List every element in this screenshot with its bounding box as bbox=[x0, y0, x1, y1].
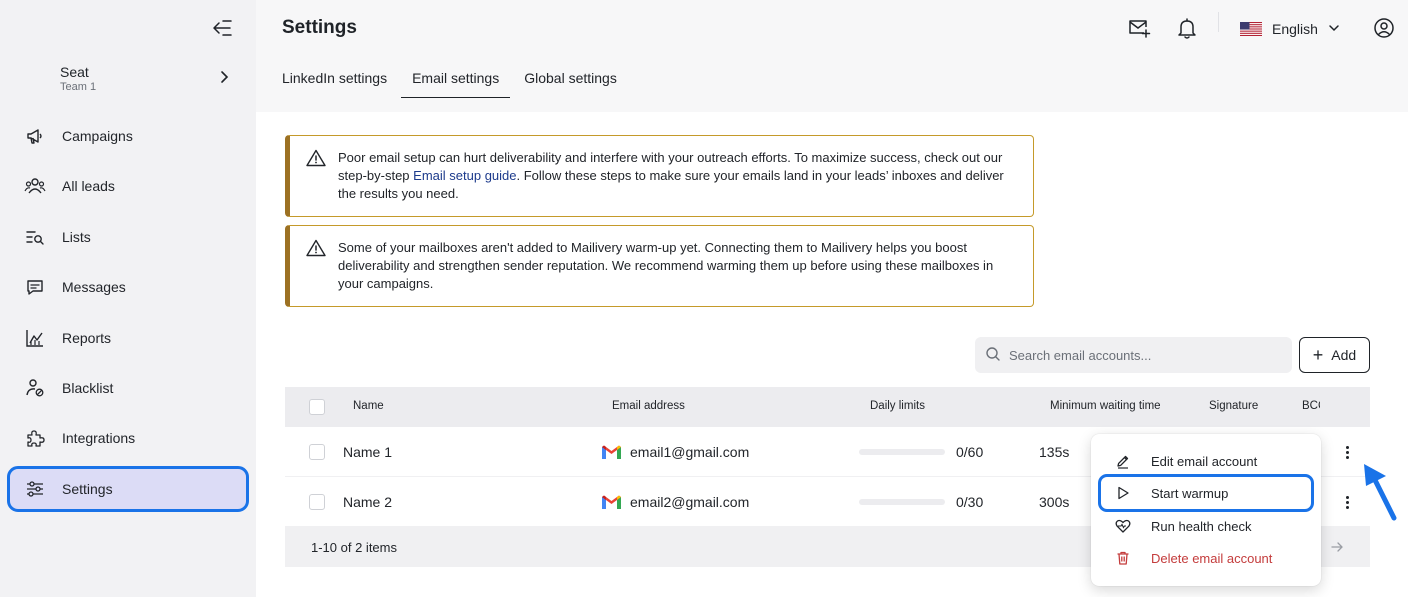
email-setup-guide-link[interactable]: Email setup guide bbox=[413, 168, 516, 183]
column-header-daily-limits: Daily limits bbox=[870, 400, 925, 412]
row-checkbox[interactable] bbox=[309, 494, 325, 510]
menu-item-label: Start warmup bbox=[1151, 485, 1229, 501]
tab-global-settings[interactable]: Global settings bbox=[524, 62, 617, 98]
page-title: Settings bbox=[282, 17, 357, 38]
sidebar-item-campaigns[interactable]: Campaigns bbox=[10, 116, 246, 156]
select-all-checkbox[interactable] bbox=[309, 399, 325, 415]
plus-icon: + bbox=[1312, 345, 1324, 365]
add-button-label: Add bbox=[1331, 347, 1357, 363]
next-page-arrow-icon[interactable] bbox=[1329, 539, 1345, 555]
mail-plus-icon[interactable] bbox=[1127, 16, 1151, 40]
run-health-check-item[interactable]: Run health check bbox=[1101, 510, 1311, 542]
daily-limit-bar bbox=[859, 499, 945, 505]
start-warmup-item[interactable]: Start warmup bbox=[1098, 474, 1314, 512]
sidebar-item-label: Settings bbox=[62, 480, 113, 497]
edit-email-account-item[interactable]: Edit email account bbox=[1101, 445, 1311, 477]
seat-name: Seat bbox=[60, 64, 89, 80]
play-icon bbox=[1115, 485, 1131, 501]
language-selector[interactable]: English bbox=[1240, 18, 1340, 40]
search-input[interactable] bbox=[1009, 347, 1279, 363]
users-icon bbox=[24, 175, 46, 197]
sidebar-item-label: Messages bbox=[62, 279, 126, 296]
sidebar-item-integrations[interactable]: Integrations bbox=[10, 418, 246, 458]
row-daily-limit: 0/60 bbox=[956, 444, 984, 460]
row-daily-limit: 0/30 bbox=[956, 494, 984, 510]
sidebar: Seat Team 1 Campaigns All leads Lists Me… bbox=[0, 0, 256, 597]
sidebar-item-label: Reports bbox=[62, 329, 112, 346]
add-email-account-button[interactable]: + Add bbox=[1299, 337, 1370, 373]
column-header-name: Name bbox=[353, 400, 384, 412]
pencil-icon bbox=[1115, 453, 1131, 469]
pagination-summary: 1-10 of 2 items bbox=[311, 540, 397, 555]
header-divider bbox=[1218, 12, 1219, 32]
chevron-down-icon bbox=[1328, 21, 1340, 37]
sidebar-item-label: Lists bbox=[62, 228, 91, 245]
row-min-wait: 135s bbox=[1039, 444, 1070, 460]
user-circle-icon[interactable] bbox=[1372, 16, 1396, 40]
sidebar-item-lists[interactable]: Lists bbox=[10, 217, 246, 257]
daily-limit-bar bbox=[859, 449, 945, 455]
email-setup-alert: Poor email setup can hurt deliverability… bbox=[285, 135, 1034, 217]
bell-icon[interactable] bbox=[1175, 16, 1199, 40]
alert-text: Some of your mailboxes aren't added to M… bbox=[338, 240, 994, 291]
row-checkbox[interactable] bbox=[309, 444, 325, 460]
settings-tabs: LinkedIn settings Email settings Global … bbox=[282, 62, 642, 98]
seat-team: Team 1 bbox=[60, 81, 97, 93]
column-header-min-waiting: Minimum waiting time bbox=[1050, 400, 1161, 412]
tab-linkedin-settings[interactable]: LinkedIn settings bbox=[282, 62, 387, 98]
row-email: email1@gmail.com bbox=[630, 444, 750, 460]
row-actions-menu: Edit email account Start warmup Run heal… bbox=[1091, 434, 1321, 586]
sidebar-item-messages[interactable]: Messages bbox=[10, 267, 246, 307]
sidebar-item-all-leads[interactable]: All leads bbox=[10, 166, 246, 206]
collapse-sidebar-icon[interactable] bbox=[210, 18, 234, 38]
heart-pulse-icon bbox=[1115, 518, 1131, 534]
table-header: Name Email address Daily limits Minimum … bbox=[285, 387, 1370, 427]
sidebar-item-label: Campaigns bbox=[62, 128, 133, 144]
sidebar-item-settings[interactable]: Settings bbox=[7, 465, 249, 512]
sidebar-item-reports[interactable]: Reports bbox=[10, 318, 246, 358]
column-header-bcc: BCC bbox=[1302, 400, 1320, 412]
chevron-right-icon bbox=[218, 70, 230, 84]
warmup-alert: Some of your mailboxes aren't added to M… bbox=[285, 225, 1034, 307]
delete-email-account-item[interactable]: Delete email account bbox=[1101, 542, 1311, 574]
message-icon bbox=[24, 276, 46, 298]
sliders-icon bbox=[24, 478, 46, 500]
search-box bbox=[975, 337, 1292, 373]
column-header-email: Email address bbox=[612, 400, 685, 412]
sidebar-item-label: Blacklist bbox=[62, 379, 114, 396]
warning-icon bbox=[306, 239, 326, 257]
chart-icon bbox=[24, 327, 46, 349]
puzzle-icon bbox=[24, 427, 46, 449]
search-icon bbox=[985, 346, 1001, 365]
pointer-arrow-annotation bbox=[1356, 460, 1400, 524]
menu-item-label: Edit email account bbox=[1151, 453, 1258, 469]
row-actions-icon[interactable] bbox=[1337, 491, 1357, 513]
list-search-icon bbox=[24, 226, 46, 248]
gmail-icon bbox=[601, 494, 622, 510]
column-header-signature: Signature bbox=[1209, 400, 1259, 412]
menu-item-label: Delete email account bbox=[1151, 550, 1273, 566]
warning-icon bbox=[306, 149, 326, 167]
gmail-icon bbox=[601, 444, 622, 460]
user-blocked-icon bbox=[24, 377, 46, 399]
sidebar-item-label: All leads bbox=[62, 178, 115, 195]
seat-selector[interactable]: Seat Team 1 bbox=[24, 60, 236, 100]
menu-item-label: Run health check bbox=[1151, 518, 1252, 534]
tab-email-settings[interactable]: Email settings bbox=[401, 62, 511, 98]
row-name: Name 1 bbox=[343, 444, 393, 460]
row-email: email2@gmail.com bbox=[630, 494, 750, 510]
us-flag-icon bbox=[1240, 22, 1262, 36]
sidebar-item-blacklist[interactable]: Blacklist bbox=[10, 368, 246, 408]
row-name: Name 2 bbox=[343, 494, 393, 510]
row-min-wait: 300s bbox=[1039, 494, 1070, 510]
sidebar-item-label: Integrations bbox=[62, 430, 136, 447]
row-actions-icon[interactable] bbox=[1337, 441, 1357, 463]
trash-icon bbox=[1115, 550, 1131, 566]
megaphone-icon bbox=[24, 125, 46, 147]
language-label: English bbox=[1272, 21, 1318, 37]
sidebar-nav: Campaigns All leads Lists Messages Repor… bbox=[7, 116, 249, 519]
